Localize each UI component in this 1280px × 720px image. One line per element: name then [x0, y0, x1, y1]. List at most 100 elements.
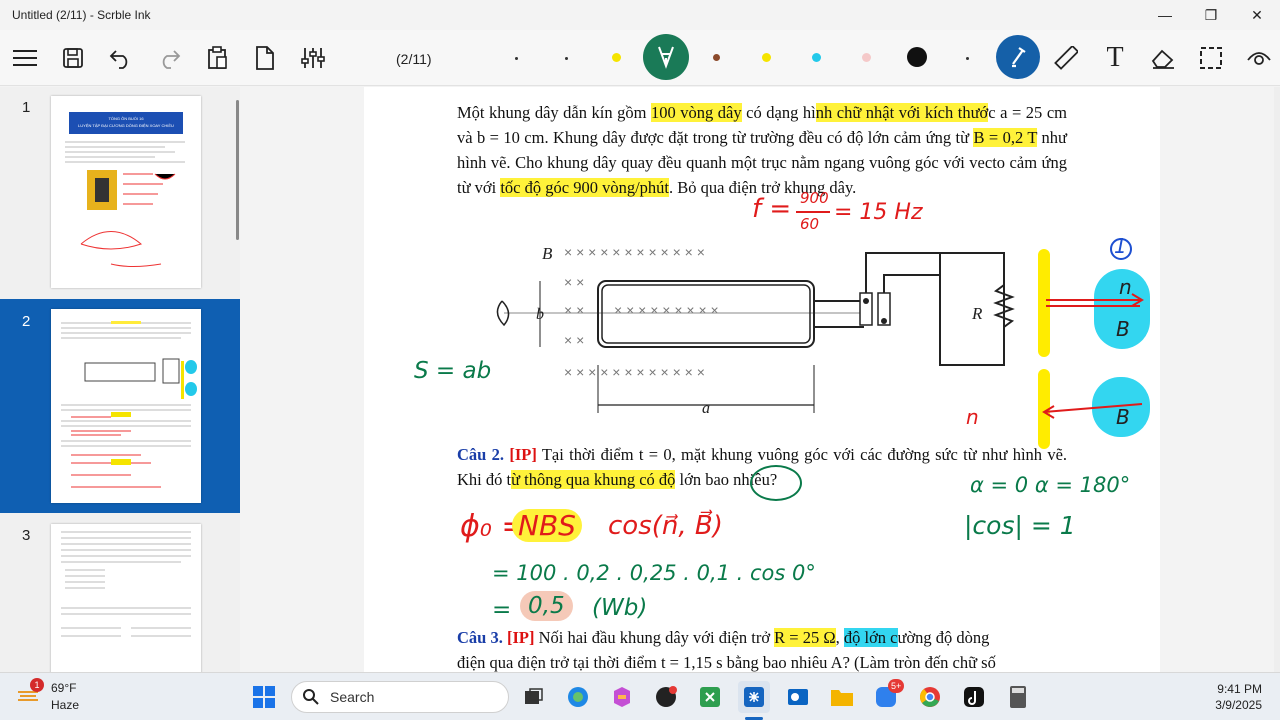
thumb-number: 3 — [22, 527, 31, 544]
resistor-label: R — [971, 304, 983, 323]
ink-equals: = — [492, 597, 512, 623]
scrble-ink-icon[interactable] — [738, 681, 770, 713]
color-black[interactable] — [907, 47, 927, 67]
q3-text: Nối hai đầu khung dây với điện trở — [534, 628, 775, 647]
highlighter-icon — [1012, 47, 1026, 68]
field-crosses: × × × × × × × × × × × × × × × × × × × × … — [564, 244, 719, 380]
task-view-icon[interactable] — [518, 681, 550, 713]
svg-text:× × × × × × × × × × × ×: × × × × × × × × × × × × — [564, 244, 705, 260]
new-page-icon[interactable] — [247, 40, 283, 76]
para-text: có dạng hì — [741, 103, 816, 122]
copilot-icon[interactable] — [606, 681, 638, 713]
pen-tool-button[interactable] — [643, 34, 689, 80]
pen-size-s[interactable] — [565, 57, 568, 60]
maximize-button[interactable]: ❐ — [1188, 0, 1234, 30]
color-cyan[interactable] — [812, 53, 821, 62]
weather-badge: 1 — [30, 678, 44, 692]
page-thumb-3[interactable]: 3 — [0, 513, 240, 672]
color-peach[interactable] — [862, 53, 871, 62]
thumb-subtitle: LUYỆN TẬP ĐẠI CƯƠNG DÒNG ĐIỆN XOAY CHIỀU — [78, 123, 174, 128]
minimize-button[interactable]: — — [1142, 0, 1188, 30]
chrome-icon[interactable] — [914, 681, 946, 713]
ink-B-bottom: B — [1116, 405, 1130, 429]
ink-freq-result: = 15 Hz — [834, 200, 923, 225]
q3-line2: điện qua điện trở tại thời điểm t = 1,15… — [457, 653, 996, 672]
chatgpt-icon[interactable] — [650, 681, 682, 713]
redo-icon[interactable] — [151, 40, 187, 76]
calculator-icon[interactable] — [1002, 681, 1034, 713]
start-button[interactable] — [248, 681, 280, 713]
ink-cos-one: |cos| = 1 — [964, 511, 1076, 540]
zalo-icon[interactable]: 5+ — [870, 679, 905, 713]
ink-freq-num: 900 — [800, 189, 829, 207]
page-thumb-1[interactable]: 1 TỔNG ÔN BUỔI 16 LUYỆN TẬP ĐẠI CƯƠNG DÒ… — [0, 87, 240, 299]
ink-alpha: α = 0 α = 180° — [970, 473, 1131, 497]
ink-NBS: NBS — [512, 509, 582, 542]
ink-vectors — [1042, 238, 1144, 419]
thumb-content — [65, 141, 185, 267]
canvas-scrollbar[interactable] — [1274, 87, 1280, 672]
taskbar: 1 69°F Haze Search 5+ 9:41 PM 3/9/2025 — [0, 672, 1280, 720]
problem-paragraph: Một khung dây dẫn kín gồm 100 vòng dây c… — [457, 100, 1067, 200]
q3-tag: [IP] — [506, 628, 535, 647]
weather-desc: Haze — [51, 698, 80, 712]
thumb-title: TỔNG ÔN BUỔI 16 — [108, 116, 144, 121]
color-yellow[interactable] — [762, 53, 771, 62]
ruler-icon[interactable] — [1048, 40, 1084, 76]
thumb-number: 2 — [22, 313, 31, 330]
menu-icon[interactable] — [7, 40, 43, 76]
q3-number: Câu 3. — [457, 628, 503, 647]
thumb-content — [61, 531, 191, 637]
ink-circle — [750, 465, 802, 501]
thumb-banner: TỔNG ÔN BUỔI 16 LUYỆN TẬP ĐẠI CƯƠNG DÒNG… — [69, 112, 183, 134]
svg-text:× ×: × × — [564, 302, 584, 318]
color-brown[interactable] — [713, 54, 720, 61]
window-title: Untitled (2/11) - Scrble Ink — [12, 8, 151, 22]
highlight-shape: nh chữ nhật với kích thướ — [815, 103, 989, 122]
thumb-preview: TỔNG ÔN BUỔI 16 LUYỆN TẬP ĐẠI CƯƠNG DÒNG… — [51, 96, 201, 288]
system-clock[interactable]: 9:41 PM 3/9/2025 — [1215, 681, 1262, 713]
close-button[interactable]: ✕ — [1234, 0, 1280, 30]
ink-one: 1 — [1114, 234, 1127, 258]
thumb-preview — [51, 524, 201, 672]
ink-fraction-bar — [796, 211, 830, 213]
pen-size-m[interactable] — [966, 57, 969, 60]
ink-freq-f: f = — [752, 194, 792, 224]
page-thumb-2-selected[interactable]: 2 — [0, 299, 240, 513]
view-icon[interactable] — [1241, 40, 1277, 76]
para-text: Một khung dây dẫn kín gồm — [457, 103, 651, 122]
save-icon[interactable] — [55, 40, 91, 76]
edge-icon[interactable] — [562, 681, 594, 713]
highlight-field: B = 0,2 T — [973, 128, 1038, 147]
ink-calculation: = 100 . 0,2 . 0,25 . 0,1 . cos 0° — [492, 561, 816, 585]
color-yellow-small[interactable] — [612, 53, 621, 62]
tiktok-icon[interactable] — [958, 681, 990, 713]
svg-text:× × × × × × × × ×: × × × × × × × × × — [614, 302, 719, 318]
clock-time: 9:41 PM — [1217, 682, 1262, 696]
pen-size-xs[interactable] — [515, 57, 518, 60]
selection-icon[interactable] — [1193, 40, 1229, 76]
spreadsheet-app-icon[interactable] — [694, 681, 726, 713]
clipboard-icon[interactable] — [199, 40, 235, 76]
thumb-number: 1 — [22, 99, 31, 116]
outlook-icon[interactable] — [782, 681, 814, 713]
file-explorer-icon[interactable] — [826, 681, 858, 713]
q2-number: Câu 2. — [457, 445, 505, 464]
highlighter-tool-button[interactable] — [996, 35, 1040, 79]
thumb-content — [61, 321, 197, 488]
pen-icon — [658, 46, 674, 69]
settings-sliders-icon[interactable] — [295, 40, 331, 76]
page-sidebar: 1 TỔNG ÔN BUỔI 16 LUYỆN TẬP ĐẠI CƯƠNG DÒ… — [0, 87, 240, 672]
search-box[interactable]: Search — [291, 681, 509, 713]
undo-icon[interactable] — [103, 40, 139, 76]
clock-date: 3/9/2025 — [1215, 698, 1262, 712]
canvas-area[interactable]: Một khung dây dẫn kín gồm 100 vòng dây c… — [240, 87, 1280, 672]
sidebar-scrollbar[interactable] — [236, 100, 239, 240]
ink-area-formula: S = ab — [414, 358, 492, 384]
ink-freq-den: 60 — [800, 215, 820, 233]
ink-unit: (Wb) — [592, 595, 648, 621]
text-tool-icon[interactable]: T — [1097, 40, 1133, 76]
q3-text: , — [835, 628, 844, 647]
eraser-icon[interactable] — [1145, 40, 1181, 76]
document-page[interactable]: Một khung dây dẫn kín gồm 100 vòng dây c… — [364, 87, 1160, 672]
